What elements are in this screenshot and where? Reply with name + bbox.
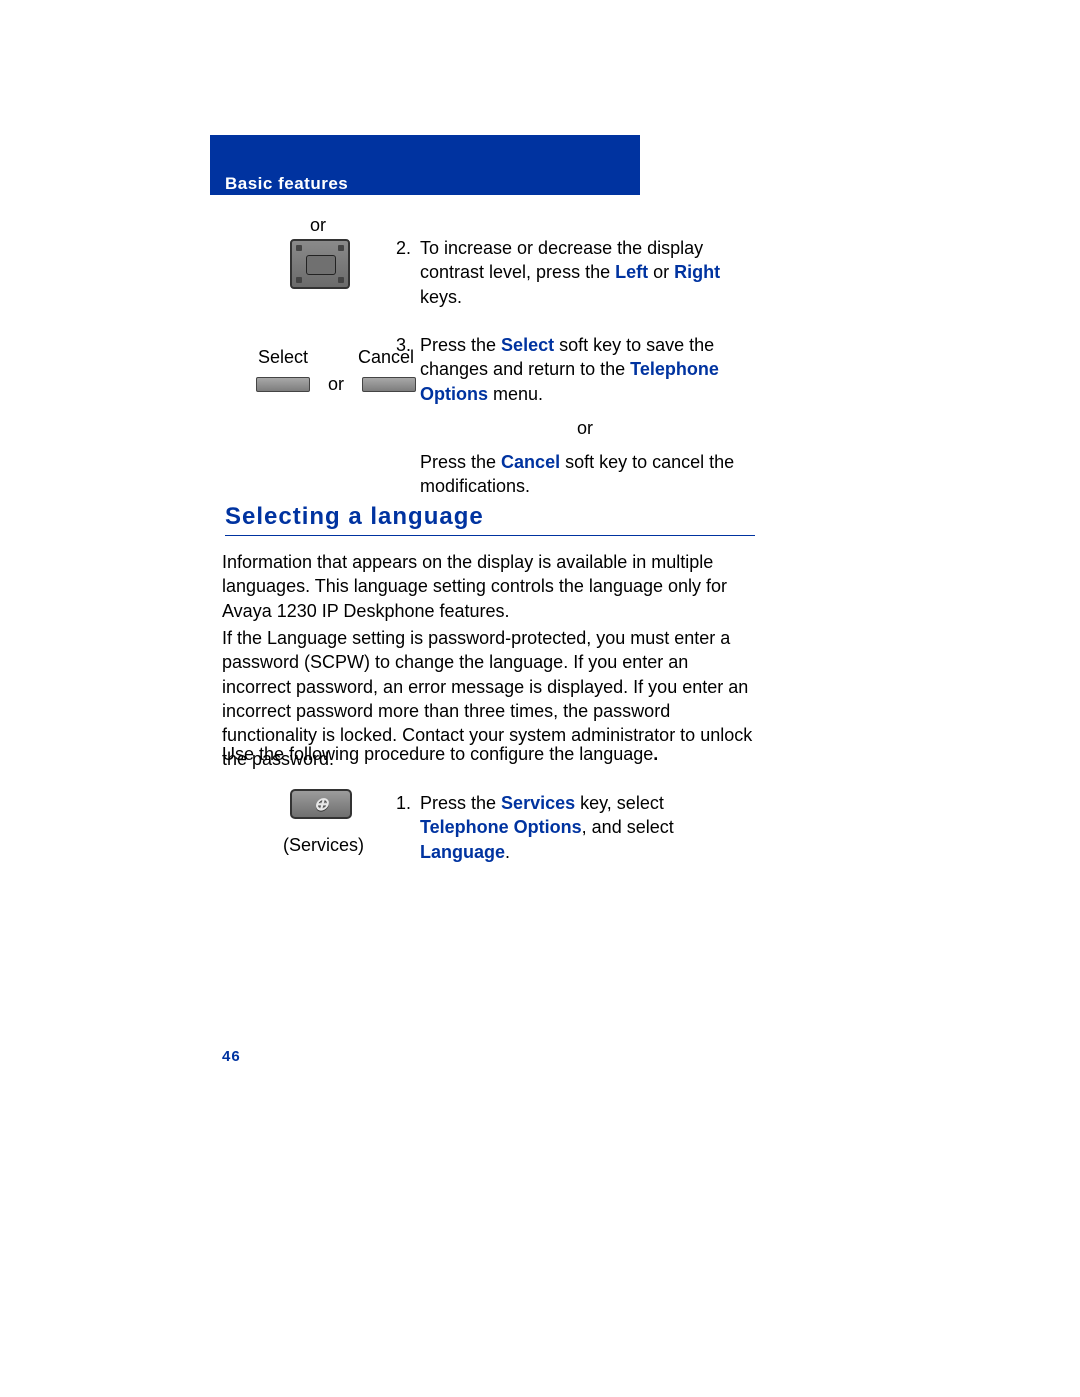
step-3a-post: menu. [488, 384, 543, 404]
step-2-text-mid: or [648, 262, 674, 282]
services-label: (Services) [283, 835, 364, 856]
language-ref: Language [420, 842, 505, 862]
step-2-text-post: keys. [420, 287, 462, 307]
document-page: Basic features or 2. To increase or decr… [0, 0, 1080, 1397]
step-3-or: or [420, 416, 750, 440]
step-1-mid1: key, select [575, 793, 664, 813]
section-header: Basic features [225, 174, 348, 194]
step-3: 3. Press the Select soft key to save the… [420, 333, 750, 499]
services-ref: Services [501, 793, 575, 813]
page-number: 46 [222, 1048, 241, 1065]
navigation-key-icon [290, 239, 350, 289]
paragraph-3-post: . [653, 744, 658, 764]
cancel-softkey-icon [362, 377, 416, 392]
services-key-icon: ⊕ [290, 789, 352, 819]
telephone-options-ref-2: Telephone Options [420, 817, 582, 837]
globe-icon: ⊕ [313, 794, 328, 815]
section-heading: Selecting a language [225, 503, 755, 536]
step-1-pre: Press the [420, 793, 501, 813]
step-3-number: 3. [396, 333, 411, 357]
cancel-ref: Cancel [501, 452, 560, 472]
step-1-post: . [505, 842, 510, 862]
paragraph-3: Use the following procedure to configure… [222, 742, 762, 766]
paragraph-3-pre: Use the following procedure to configure… [222, 744, 653, 764]
select-softkey-icon [256, 377, 310, 392]
softkey-or-label: or [322, 374, 350, 395]
paragraph-1: Information that appears on the display … [222, 550, 762, 623]
select-label: Select [258, 347, 308, 368]
step-1-number: 1. [396, 791, 411, 815]
step-3b-pre: Press the [420, 452, 501, 472]
step-1-mid2: , and select [582, 817, 674, 837]
step-3a-pre: Press the [420, 335, 501, 355]
or-label-top: or [310, 215, 326, 236]
step-1: 1. Press the Services key, select Teleph… [420, 791, 740, 864]
right-key-ref: Right [674, 262, 720, 282]
step-2: 2. To increase or decrease the display c… [420, 236, 740, 309]
softkey-illustration: Select Cancel or [256, 347, 416, 395]
step-2-number: 2. [396, 236, 411, 260]
select-ref: Select [501, 335, 554, 355]
left-key-ref: Left [615, 262, 648, 282]
